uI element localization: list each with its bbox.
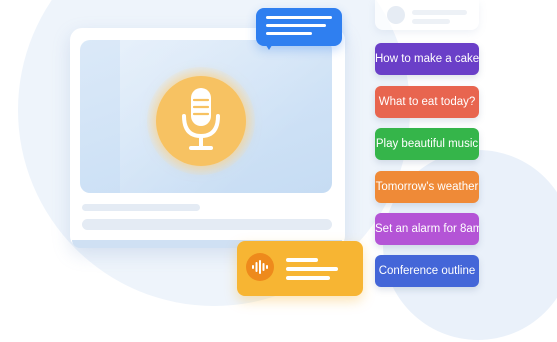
chat-bubble-icon — [256, 8, 342, 46]
profile-text-line — [412, 19, 450, 24]
microphone-icon — [182, 88, 220, 150]
avatar — [387, 6, 405, 24]
command-button-make-cake[interactable]: How to make a cake — [375, 43, 479, 75]
command-button-conference-outline[interactable]: Conference outline — [375, 255, 479, 287]
voice-text-line — [286, 276, 330, 280]
command-button-what-to-eat[interactable]: What to eat today? — [375, 86, 479, 118]
voice-assistant-illustration: How to make a cake What to eat today? Pl… — [0, 0, 557, 342]
placeholder-text-bar — [82, 219, 332, 230]
voice-text-line — [286, 258, 318, 262]
chat-text-line — [266, 16, 332, 19]
command-button-set-alarm[interactable]: Set an alarm for 8am — [375, 213, 479, 245]
chat-text-line — [266, 24, 326, 27]
sound-wave-icon — [246, 253, 274, 281]
command-button-play-music[interactable]: Play beautiful music — [375, 128, 479, 160]
chat-bubble-tail — [264, 42, 274, 50]
chat-text-line — [266, 32, 312, 35]
command-button-weather[interactable]: Tomorrow’s weather — [375, 171, 479, 203]
voice-text-line — [286, 267, 338, 271]
profile-text-line — [412, 10, 467, 15]
placeholder-text-line — [82, 204, 200, 211]
